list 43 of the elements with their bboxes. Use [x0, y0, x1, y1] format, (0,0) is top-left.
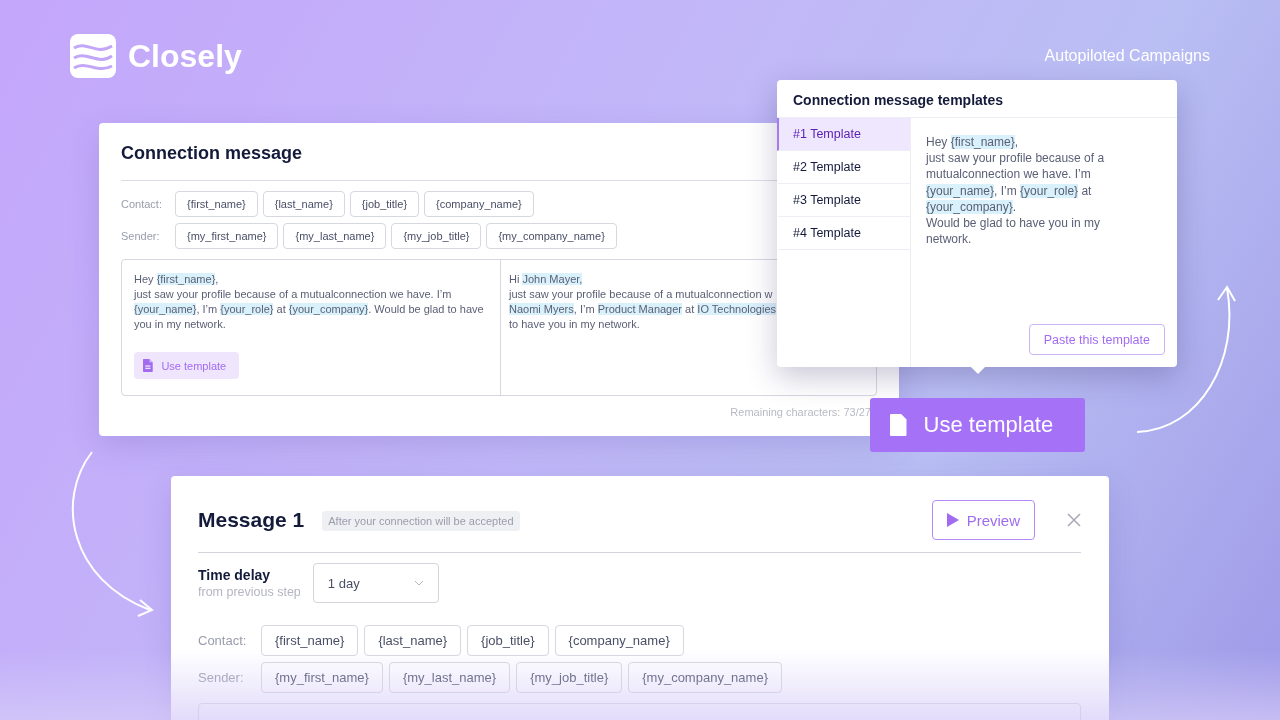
delay-select[interactable]: 1 day: [312, 563, 439, 603]
variable-chip[interactable]: {my_last_name}: [283, 223, 387, 249]
variable-chip[interactable]: {company_name}: [554, 625, 684, 656]
variable-chip[interactable]: {my_first_name}: [175, 223, 279, 249]
variable-chip[interactable]: {job_title}: [467, 625, 549, 656]
variable-chip[interactable]: {my_job_title}: [391, 223, 482, 249]
card-title: Connection message: [121, 143, 304, 164]
character-counter: Remaining characters: 73/27: [729, 406, 872, 418]
variable-chip[interactable]: {my_last_name}: [388, 662, 511, 693]
chevron-down-icon: [413, 580, 424, 586]
preview-button[interactable]: Preview: [931, 500, 1035, 540]
template-item[interactable]: #3 Template: [777, 184, 910, 217]
variable-chip[interactable]: {my_first_name}: [261, 662, 383, 693]
variable-chip[interactable]: {last_name}: [364, 625, 462, 656]
field-hint: from previous step: [198, 585, 301, 599]
variable-chip[interactable]: {first_name}: [261, 625, 359, 656]
template-item[interactable]: #2 Template: [777, 151, 910, 184]
variable-chip[interactable]: {company_name}: [424, 191, 534, 217]
message-text: Hey {first_name}, just saw your profile because of a mutualconnection we have. I’m {your_name}, I’m {your_role} at {your_company}. Would be glad to have you in my network.: [134, 272, 485, 332]
variable-chip[interactable]: {first_name}: [175, 191, 258, 217]
variable-chip[interactable]: {job_title}: [349, 191, 420, 217]
template-item[interactable]: #1 Template: [777, 118, 910, 151]
close-icon: [1067, 513, 1081, 527]
variable-label: Contact:: [198, 633, 248, 648]
template-item[interactable]: #4 Template: [777, 217, 910, 250]
close-button[interactable]: [1067, 513, 1081, 527]
document-icon: [143, 359, 154, 372]
variable-label: Sender:: [198, 670, 245, 685]
variable-chip[interactable]: {my_job_title}: [516, 662, 623, 693]
variable-chip[interactable]: {my_company_name}: [628, 662, 782, 693]
play-icon: [946, 513, 959, 527]
variable-chip[interactable]: {my_company_name}: [486, 223, 617, 249]
document-icon: [890, 414, 908, 436]
variable-chip[interactable]: {last_name}: [262, 191, 345, 217]
variable-label: Sender:: [121, 230, 161, 242]
logo-icon: [70, 34, 116, 78]
template-text: Hey {first_name}, just saw your profile because of a mutualconnection we have. I’m {your_name}, I’m {your_role} at {your_company}. Would be glad to have you in my network.: [926, 134, 1106, 248]
status-badge: After your connection will be accepted: [322, 511, 520, 531]
field-label: Time delay: [198, 567, 272, 583]
variable-label: Contact:: [121, 198, 163, 210]
paste-template-button[interactable]: Paste this template: [1028, 324, 1165, 355]
brand-name: Closely: [128, 37, 242, 75]
card-title: Message 1: [198, 508, 305, 532]
